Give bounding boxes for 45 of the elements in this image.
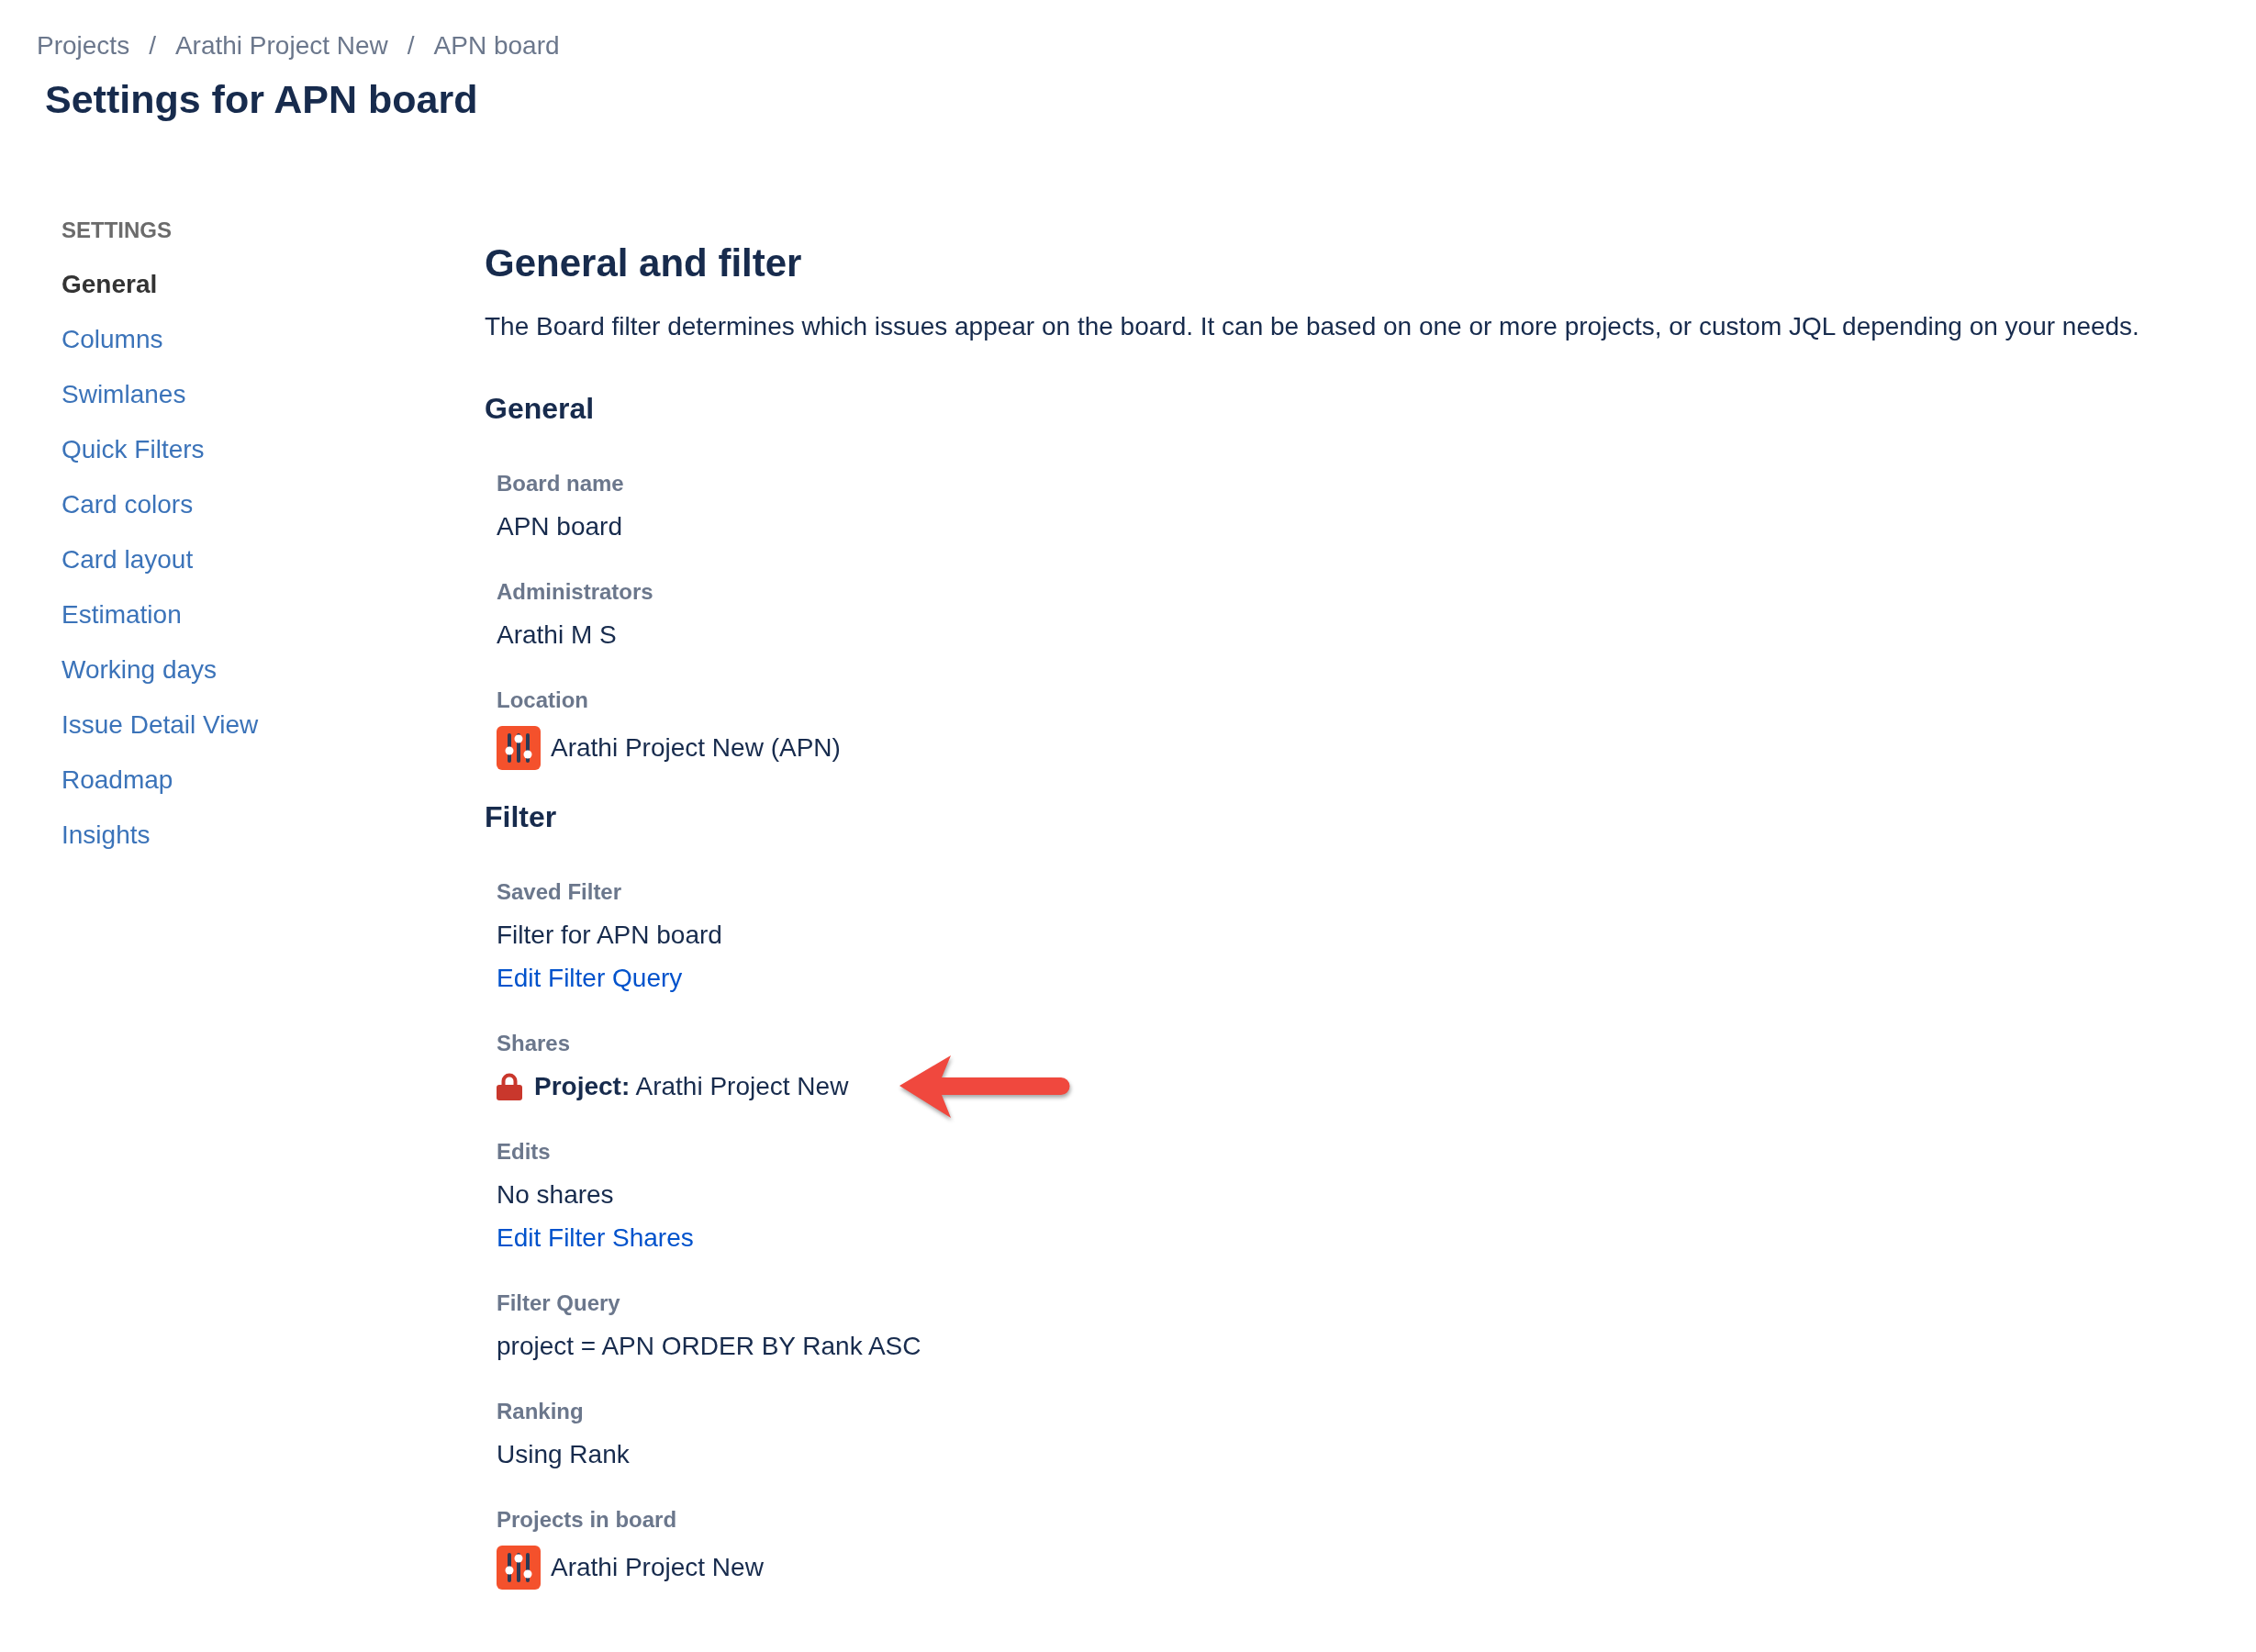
field-label: Shares: [497, 1030, 571, 1057]
field-label: Board name: [497, 470, 624, 497]
field-label: Projects in board: [497, 1506, 677, 1534]
field-value: Arathi M S: [497, 620, 617, 651]
field-value: project = APN ORDER BY Rank ASC: [497, 1331, 921, 1362]
sidebar-item[interactable]: Working days: [61, 652, 218, 688]
sidebar-item[interactable]: Columns: [61, 321, 163, 358]
sliders-icon: [497, 726, 541, 770]
sidebar-item[interactable]: Estimation: [61, 597, 182, 633]
edit-link[interactable]: Edit Filter Query: [497, 959, 683, 998]
subsection-heading: General: [485, 391, 596, 427]
sidebar-item[interactable]: Card colors: [61, 486, 194, 523]
description-text: The Board filter determines which issues appear on the board. It can be based on one or more projects, or custom JQL depending on your needs.: [485, 311, 2140, 342]
sidebar-item[interactable]: Insights: [61, 817, 151, 854]
project-name: Arathi Project New (APN): [551, 732, 841, 764]
field-label: Saved Filter: [497, 878, 622, 906]
field-value: No shares: [497, 1179, 614, 1211]
section-title: General and filter: [485, 240, 803, 286]
subsection-heading: Filter: [485, 799, 558, 835]
sidebar-item[interactable]: Roadmap: [61, 762, 173, 798]
sidebar-item[interactable]: Quick Filters: [61, 431, 205, 468]
field-label: Edits: [497, 1138, 551, 1166]
sidebar-heading: SETTINGS: [61, 217, 173, 244]
breadcrumb-link[interactable]: APN board: [433, 29, 560, 62]
field-value: Using Rank: [497, 1439, 630, 1470]
share-text: Project: Arathi Project New: [534, 1071, 849, 1102]
lock-icon: [497, 1073, 522, 1100]
sidebar-item[interactable]: Swimlanes: [61, 376, 186, 413]
sidebar-item[interactable]: Issue Detail View: [61, 707, 259, 743]
project-name: Arathi Project New: [551, 1552, 764, 1583]
breadcrumb-link[interactable]: Projects: [37, 29, 130, 62]
field-value: Filter for APN board: [497, 920, 722, 951]
field-label: Ranking: [497, 1398, 584, 1425]
sliders-icon: [497, 1546, 541, 1590]
field-label: Location: [497, 686, 588, 714]
edit-link[interactable]: Edit Filter Shares: [497, 1219, 694, 1257]
field-value: APN board: [497, 511, 622, 542]
page-title: Settings for APN board: [45, 76, 479, 123]
field-label: Administrators: [497, 578, 653, 606]
breadcrumb-separator: /: [407, 30, 415, 61]
sidebar-item[interactable]: General: [61, 266, 158, 303]
breadcrumb-separator: /: [149, 30, 156, 61]
sidebar-item[interactable]: Card layout: [61, 541, 194, 578]
breadcrumb-link[interactable]: Arathi Project New: [174, 29, 388, 62]
field-label: Filter Query: [497, 1289, 620, 1317]
